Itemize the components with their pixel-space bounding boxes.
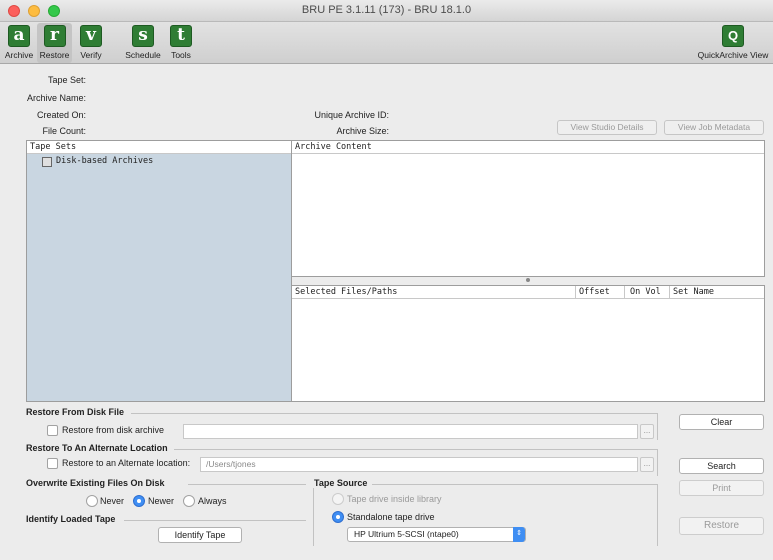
view-studio-details-button[interactable]: View Studio Details [557,120,657,135]
alternate-location-field[interactable]: /Users/tjones [200,457,638,472]
toolbar-restore[interactable]: r Restore [37,23,72,63]
restore-alternate-checkbox[interactable] [47,458,58,469]
search-button[interactable]: Search [679,458,764,474]
restore-button[interactable]: Restore [679,517,764,535]
chevron-updown-icon: ⇕ [513,527,525,542]
column-on-vol[interactable]: On Vol [624,286,661,298]
split-handle[interactable] [526,278,530,282]
tape-source-standalone-label: Standalone tape drive [347,512,435,522]
quickarchive-icon: Q [722,25,744,47]
tools-icon: t [170,25,192,47]
browse-alternate-location-button[interactable]: ... [640,457,654,472]
view-job-metadata-button[interactable]: View Job Metadata [664,120,764,135]
tape-drive-value: HP Ultrium 5-SCSI (ntape0) [354,529,459,539]
window-title: BRU PE 3.1.11 (173) - BRU 18.1.0 [301,4,472,16]
archive-size-label: Archive Size: [336,126,389,136]
overwrite-always-radio[interactable] [183,495,195,507]
unique-archive-id-label: Unique Archive ID: [314,110,389,120]
overwrite-section: Overwrite Existing Files On Disk [26,478,165,488]
archive-icon: a [8,25,30,47]
toolbar: a Archive r Restore v Verify s Schedule … [0,22,773,64]
overwrite-newer-label: Newer [148,496,175,506]
selected-files-panel: Selected Files/Paths Offset On Vol Set N… [291,285,765,402]
toolbar-quickarchive-view[interactable]: Q QuickArchive View [694,23,772,63]
archive-content-panel: Archive Content [291,140,765,277]
divider [372,484,658,485]
tape-set-label: Tape Set: [47,75,86,85]
divider [188,484,306,485]
print-button[interactable]: Print [679,480,764,496]
schedule-icon: s [132,25,154,47]
toolbar-verify-label: Verify [80,50,102,60]
divider [657,484,658,546]
toolbar-archive-label: Archive [4,50,34,60]
restore-from-disk-checkbox[interactable] [47,425,58,436]
restore-icon: r [43,25,66,47]
archive-content-header: Archive Content [292,141,764,154]
overwrite-newer-radio[interactable] [133,495,145,507]
file-count-label: File Count: [42,126,86,136]
overwrite-never-radio[interactable] [86,495,98,507]
toolbar-verify[interactable]: v Verify [74,23,108,63]
divider [657,413,658,440]
restore-alternate-section: Restore To An Alternate Location [26,443,168,453]
restore-alternate-label: Restore to an Alternate location: [62,458,191,468]
tape-set-item-label: Disk-based Archives [56,156,154,166]
tape-drive-select[interactable]: HP Ultrium 5-SCSI (ntape0) ⇕ [347,527,526,542]
overwrite-never-label: Never [100,496,125,506]
divider [131,413,658,414]
tape-source-library-label: Tape drive inside library [347,494,442,504]
column-set-name[interactable]: Set Name [669,286,714,298]
archive-name-label: Archive Name: [26,93,86,103]
toolbar-schedule[interactable]: s Schedule [121,23,165,63]
tape-sets-header: Tape Sets [27,141,291,154]
toolbar-schedule-label: Schedule [125,50,161,60]
created-on-label: Created On: [36,110,86,120]
title-bar: BRU PE 3.1.11 (173) - BRU 18.1.0 [0,0,773,22]
browse-disk-archive-button[interactable]: ... [640,424,654,439]
clear-button[interactable]: Clear [679,414,764,430]
column-selected-files[interactable]: Selected Files/Paths [295,286,397,298]
tape-source-library-radio[interactable] [332,493,344,505]
identify-section: Identify Loaded Tape [26,514,116,524]
toolbar-quickarchive-label: QuickArchive View [697,50,769,60]
column-offset[interactable]: Offset [575,286,610,298]
divider [124,520,306,521]
toolbar-restore-label: Restore [39,50,70,60]
divider [174,449,658,450]
tape-source-standalone-radio[interactable] [332,511,344,523]
tape-sets-panel: Tape Sets Disk-based Archives [26,140,292,402]
disk-archive-path-field[interactable] [183,424,638,439]
disk-archive-icon [42,157,52,167]
tape-source-section: Tape Source [314,478,368,488]
toolbar-tools[interactable]: t Tools [167,23,195,63]
divider [313,488,314,546]
toolbar-archive[interactable]: a Archive [2,23,36,63]
identify-tape-button[interactable]: Identify Tape [158,527,242,543]
restore-from-disk-section: Restore From Disk File [26,407,125,417]
verify-icon: v [80,25,102,47]
divider [657,449,658,476]
restore-from-disk-label: Restore from disk archive [62,425,165,435]
overwrite-always-label: Always [198,496,227,506]
toolbar-tools-label: Tools [171,50,191,60]
selected-files-header: Selected Files/Paths Offset On Vol Set N… [292,286,764,299]
